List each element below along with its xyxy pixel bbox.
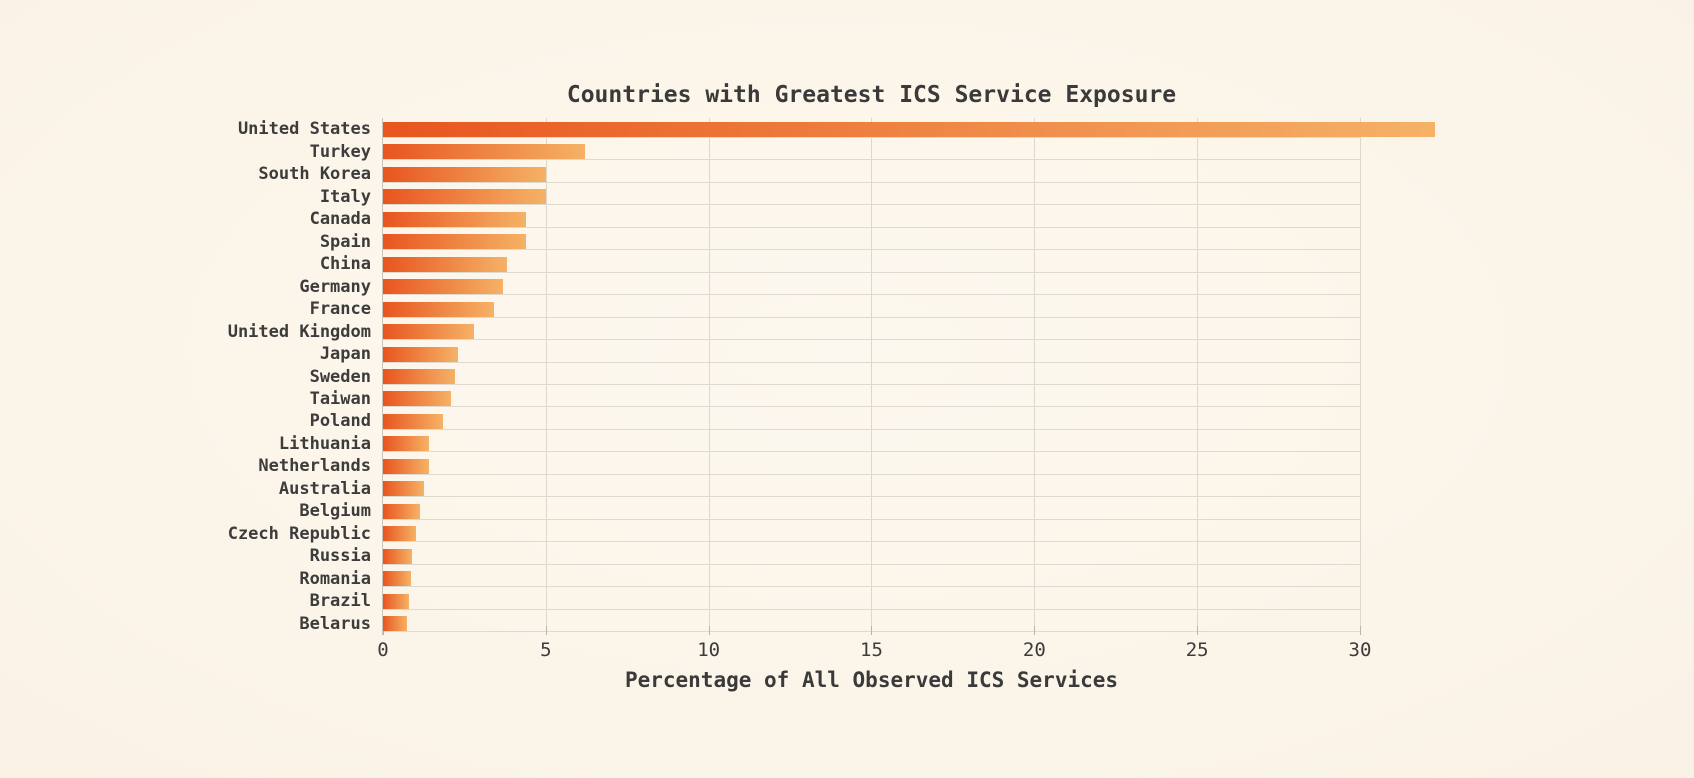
y-tick-label: Japan bbox=[319, 344, 371, 365]
bar[interactable] bbox=[383, 413, 444, 429]
y-tick-label: Brazil bbox=[309, 591, 371, 612]
y-tick-label: France bbox=[309, 299, 371, 320]
y-tick-label: Sweden bbox=[309, 366, 371, 387]
y-tick-label: United States bbox=[237, 119, 371, 140]
bar[interactable] bbox=[383, 324, 475, 340]
y-tick-label: Germany bbox=[299, 276, 371, 297]
y-tick-label: Australia bbox=[278, 478, 371, 499]
bar[interactable] bbox=[383, 571, 411, 587]
bar[interactable] bbox=[383, 526, 416, 542]
x-tick-label: 5 bbox=[540, 639, 552, 661]
bar[interactable] bbox=[383, 458, 429, 474]
y-tick-label: Lithuania bbox=[278, 433, 371, 454]
y-tick-label: Belarus bbox=[299, 613, 371, 634]
bar[interactable] bbox=[383, 234, 527, 250]
y-axis-labels: United States Turkey South Korea Italy Canad… bbox=[0, 118, 371, 635]
bar[interactable] bbox=[383, 391, 452, 407]
grid-line-vertical bbox=[1359, 118, 1361, 635]
y-tick-label: Belgium bbox=[299, 501, 371, 522]
y-tick-label: South Korea bbox=[258, 164, 371, 185]
x-tick-label: 30 bbox=[1348, 639, 1372, 661]
y-tick-label: Czech Republic bbox=[227, 523, 371, 544]
y-tick-label: Spain bbox=[319, 231, 371, 252]
x-tick-label: 10 bbox=[697, 639, 721, 661]
y-tick-label: United Kingdom bbox=[227, 321, 371, 342]
bar[interactable] bbox=[383, 593, 410, 609]
y-tick-label: Poland bbox=[309, 411, 371, 432]
bar[interactable] bbox=[383, 481, 424, 497]
y-tick-label: Turkey bbox=[309, 141, 371, 162]
y-tick-label: Canada bbox=[309, 209, 371, 230]
plot-area bbox=[382, 118, 1435, 635]
bar[interactable] bbox=[383, 256, 507, 272]
x-tick-label: 15 bbox=[860, 639, 883, 661]
y-tick-label: Romania bbox=[299, 568, 371, 589]
bar[interactable] bbox=[383, 503, 421, 519]
bar[interactable] bbox=[383, 436, 429, 452]
bar[interactable] bbox=[383, 369, 455, 384]
bars-layer bbox=[383, 118, 1435, 635]
bar[interactable] bbox=[383, 189, 546, 205]
y-axis-line bbox=[382, 118, 383, 635]
bar[interactable] bbox=[383, 121, 1435, 137]
y-tick-label: Italy bbox=[319, 186, 371, 207]
x-tick-label: 20 bbox=[1022, 639, 1046, 661]
x-tick-mark bbox=[1359, 626, 1361, 635]
bar[interactable] bbox=[383, 346, 458, 362]
y-tick-label: Taiwan bbox=[309, 388, 371, 409]
bar-chart: Countries with Greatest ICS Service Expo… bbox=[0, 0, 1694, 778]
bar[interactable] bbox=[383, 301, 494, 317]
x-tick-label: 0 bbox=[377, 639, 389, 661]
bar[interactable] bbox=[383, 144, 585, 160]
bar[interactable] bbox=[383, 548, 413, 564]
x-axis-title: Percentage of All Observed ICS Services bbox=[624, 668, 1119, 692]
chart-title: Countries with Greatest ICS Service Expo… bbox=[566, 82, 1177, 108]
y-tick-label: Russia bbox=[309, 546, 371, 567]
bar[interactable] bbox=[383, 279, 504, 295]
bar[interactable] bbox=[383, 616, 408, 632]
y-tick-label: China bbox=[319, 254, 371, 275]
y-tick-label: Netherlands bbox=[258, 456, 371, 477]
bar[interactable] bbox=[383, 211, 527, 227]
bar[interactable] bbox=[383, 166, 546, 182]
x-tick-label: 25 bbox=[1185, 639, 1209, 661]
